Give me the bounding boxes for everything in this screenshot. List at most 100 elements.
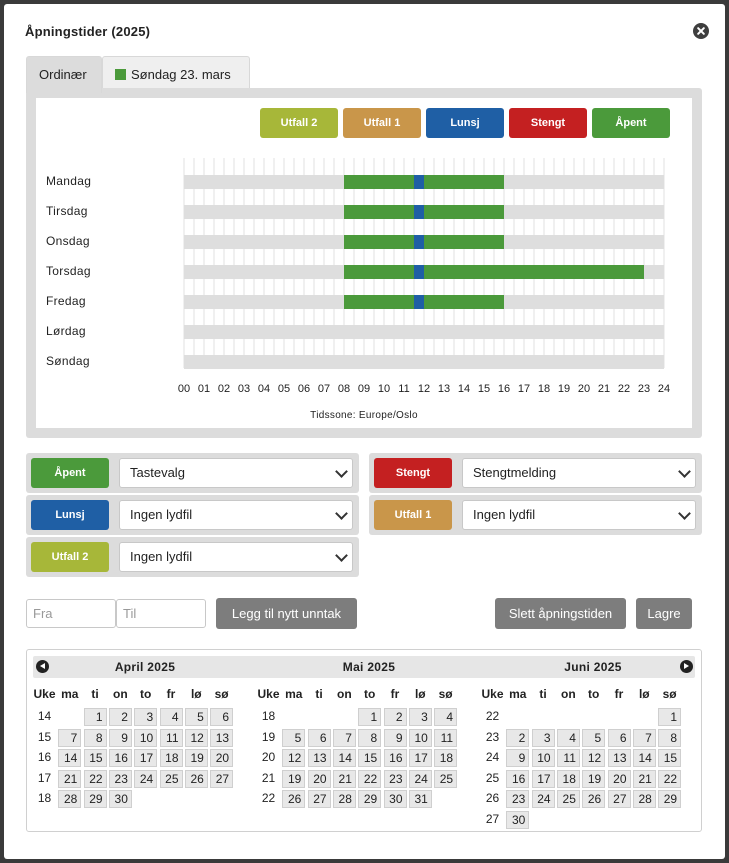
calendar-day[interactable]: 27 (307, 790, 331, 808)
close-icon[interactable] (693, 23, 709, 39)
open-segment[interactable] (344, 235, 414, 249)
calendar-day[interactable]: 15 (83, 749, 107, 767)
calendar-day[interactable]: 3 (134, 708, 158, 726)
calendar-day[interactable]: 28 (332, 790, 356, 808)
open-segment[interactable] (424, 295, 504, 309)
tab-ordinary[interactable]: Ordinær (26, 56, 102, 93)
calendar-day[interactable]: 19 (184, 749, 208, 767)
calendar-day[interactable]: 6 (307, 728, 331, 747)
calendar-day[interactable]: 14 (632, 749, 656, 767)
add-exception-button[interactable]: Legg til nytt unntak (216, 598, 357, 629)
apent-select[interactable]: Tastevalg (119, 458, 353, 488)
lunch-segment[interactable] (414, 265, 424, 279)
calendar-day[interactable]: 11 (556, 749, 580, 767)
calendar-day[interactable]: 17 (408, 749, 432, 767)
calendar-day[interactable]: 23 (383, 769, 407, 788)
calendar-day[interactable]: 27 (607, 790, 631, 808)
calendar-day[interactable]: 11 (159, 728, 183, 747)
calendar-day[interactable]: 22 (358, 769, 382, 788)
open-segment[interactable] (344, 295, 414, 309)
lunch-segment[interactable] (414, 295, 424, 309)
utfall2-select[interactable]: Ingen lydfil (119, 542, 353, 572)
calendar-day[interactable]: 6 (210, 708, 234, 726)
calendar-day[interactable]: 20 (307, 769, 331, 788)
calendar-day[interactable]: 31 (408, 790, 432, 808)
delete-hours-button[interactable]: Slett åpningstiden (495, 598, 626, 629)
calendar-day[interactable]: 16 (506, 769, 530, 788)
calendar-day[interactable]: 18 (434, 749, 458, 767)
open-segment[interactable] (424, 175, 504, 189)
calendar-day[interactable]: 18 (556, 769, 580, 788)
lunch-segment[interactable] (414, 205, 424, 219)
calendar-day[interactable]: 10 (134, 728, 158, 747)
calendar-day[interactable]: 14 (58, 749, 82, 767)
calendar-day[interactable]: 26 (282, 790, 306, 808)
calendar-day[interactable]: 12 (184, 728, 208, 747)
calendar-day[interactable]: 24 (408, 769, 432, 788)
calendar-day[interactable]: 26 (184, 769, 208, 788)
calendar-day[interactable]: 25 (556, 790, 580, 808)
calendar-day[interactable]: 28 (58, 790, 82, 808)
calendar-day[interactable]: 2 (506, 728, 530, 747)
open-segment[interactable] (344, 205, 414, 219)
calendar-day[interactable]: 20 (210, 749, 234, 767)
lunch-segment[interactable] (414, 175, 424, 189)
calendar-day[interactable]: 22 (83, 769, 107, 788)
save-button[interactable]: Lagre (636, 598, 692, 629)
calendar-day[interactable]: 25 (434, 769, 458, 788)
calendar-day[interactable]: 30 (506, 810, 530, 829)
calendar-day[interactable]: 12 (582, 749, 606, 767)
calendar-day[interactable]: 2 (383, 708, 407, 726)
calendar-day[interactable]: 17 (531, 769, 555, 788)
calendar-day[interactable]: 29 (83, 790, 107, 808)
calendar-day[interactable]: 14 (332, 749, 356, 767)
calendar-day[interactable]: 24 (134, 769, 158, 788)
calendar-day[interactable]: 16 (108, 749, 132, 767)
day-bar-background[interactable] (184, 355, 664, 369)
calendar-day[interactable]: 26 (582, 790, 606, 808)
calendar-day[interactable]: 23 (506, 790, 530, 808)
calendar-day[interactable]: 13 (210, 728, 234, 747)
calendar-day[interactable]: 5 (582, 728, 606, 747)
calendar-day[interactable]: 20 (607, 769, 631, 788)
from-date-input[interactable]: Fra (26, 599, 116, 628)
utfall1-select[interactable]: Ingen lydfil (462, 500, 696, 530)
calendar-day[interactable]: 29 (658, 790, 682, 808)
open-segment[interactable] (424, 235, 504, 249)
calendar-day[interactable]: 1 (83, 708, 107, 726)
calendar-day[interactable]: 3 (408, 708, 432, 726)
calendar-day[interactable]: 29 (358, 790, 382, 808)
calendar-day[interactable]: 22 (658, 769, 682, 788)
calendar-day[interactable]: 1 (358, 708, 382, 726)
calendar-day[interactable]: 10 (531, 749, 555, 767)
open-segment[interactable] (344, 265, 414, 279)
calendar-day[interactable]: 4 (434, 708, 458, 726)
calendar-day[interactable]: 21 (58, 769, 82, 788)
calendar-day[interactable]: 8 (358, 728, 382, 747)
calendar-day[interactable]: 30 (108, 790, 132, 808)
calendar-day[interactable]: 28 (632, 790, 656, 808)
calendar-day[interactable]: 8 (658, 728, 682, 747)
lunsj-select[interactable]: Ingen lydfil (119, 500, 353, 530)
calendar-day[interactable]: 25 (159, 769, 183, 788)
to-date-input[interactable]: Til (116, 599, 206, 628)
lunch-segment[interactable] (414, 235, 424, 249)
calendar-day[interactable]: 13 (307, 749, 331, 767)
calendar-day[interactable]: 21 (632, 769, 656, 788)
calendar-day[interactable]: 3 (531, 728, 555, 747)
calendar-day[interactable]: 9 (108, 728, 132, 747)
calendar-day[interactable]: 7 (632, 728, 656, 747)
calendar-day[interactable]: 27 (210, 769, 234, 788)
calendar-day[interactable]: 15 (358, 749, 382, 767)
calendar-day[interactable]: 21 (332, 769, 356, 788)
calendar-day[interactable]: 7 (332, 728, 356, 747)
day-bar-background[interactable] (184, 325, 664, 339)
calendar-day[interactable]: 16 (383, 749, 407, 767)
calendar-day[interactable]: 9 (383, 728, 407, 747)
open-segment[interactable] (344, 175, 414, 189)
calendar-day[interactable]: 17 (134, 749, 158, 767)
calendar-day[interactable]: 18 (159, 749, 183, 767)
calendar-day[interactable]: 4 (556, 728, 580, 747)
calendar-day[interactable]: 19 (282, 769, 306, 788)
calendar-day[interactable]: 9 (506, 749, 530, 767)
